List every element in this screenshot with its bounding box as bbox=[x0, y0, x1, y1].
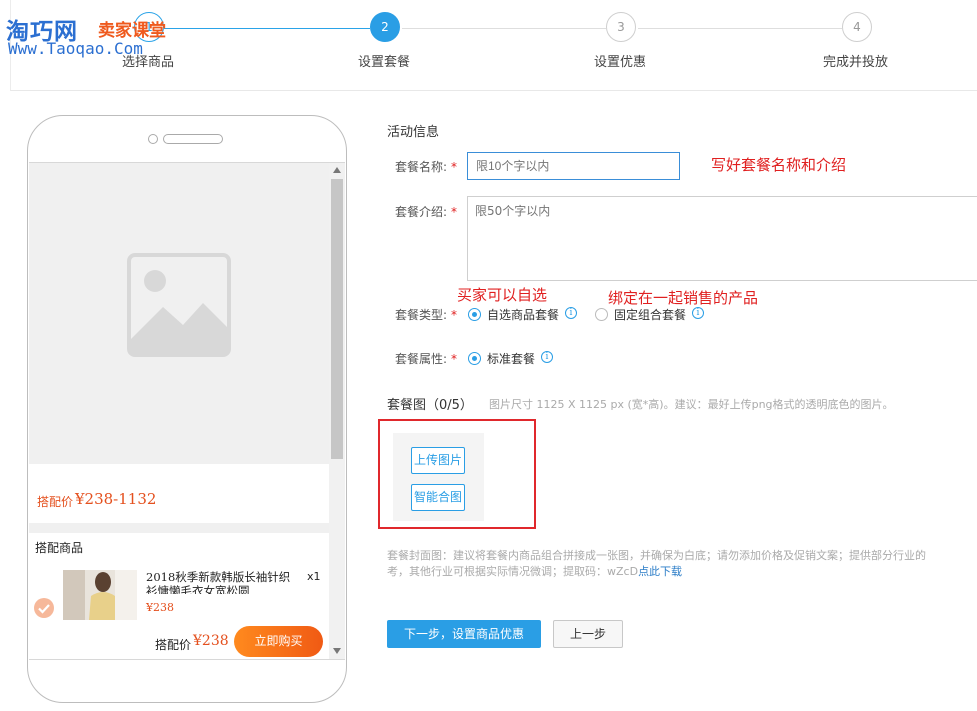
info-icon[interactable]: i bbox=[692, 307, 704, 319]
logo-url: Www.Taoqao.Com bbox=[8, 39, 143, 58]
bottom-price-label: 搭配价 bbox=[155, 638, 192, 652]
image-placeholder-icon bbox=[127, 253, 231, 357]
step-4-label: 完成并投放 bbox=[823, 55, 889, 70]
annotation-optional: 买家可以自选 bbox=[457, 286, 548, 304]
step-2-circle[interactable]: 2 bbox=[370, 12, 400, 42]
annotation-name-intro: 写好套餐名称和介绍 bbox=[711, 156, 847, 174]
bottom-price-value: ¥238 bbox=[193, 633, 229, 649]
annotation-bundle: 绑定在一起销售的产品 bbox=[608, 289, 759, 307]
section-title: 活动信息 bbox=[387, 125, 440, 140]
attr-option-standard[interactable]: 标准套餐 bbox=[487, 350, 535, 367]
type-radio-fixed[interactable] bbox=[595, 308, 608, 321]
preview-price-value: ¥238-1132 bbox=[75, 490, 157, 508]
package-name-input[interactable] bbox=[467, 152, 680, 180]
attr-label: 套餐属性: * bbox=[395, 352, 458, 366]
type-radio-optional[interactable] bbox=[468, 308, 481, 321]
name-label: 套餐名称: * bbox=[395, 160, 458, 174]
phone-screen[interactable]: 搭配价 ¥238-1132 搭配商品 2018秋季新款韩版长袖针织衫慵懒毛衣女宽… bbox=[29, 162, 345, 660]
attr-radio-standard[interactable] bbox=[468, 352, 481, 365]
intro-label: 套餐介绍: * bbox=[395, 205, 458, 219]
logo-subtitle: 卖家课堂 bbox=[98, 21, 166, 41]
image-section-title: 套餐图（0/5） bbox=[387, 398, 473, 413]
preview-section-title: 搭配商品 bbox=[35, 541, 84, 555]
type-option-optional[interactable]: 自选商品套餐 bbox=[487, 306, 559, 323]
step-connector-1 bbox=[164, 28, 370, 29]
product-title[interactable]: 2018秋季新款韩版长袖针织衫慵懒毛衣女宽松圆 bbox=[146, 570, 296, 594]
step-connector-3 bbox=[638, 28, 842, 29]
preview-image-area bbox=[29, 163, 329, 463]
step-4-circle[interactable]: 4 bbox=[842, 12, 872, 42]
scroll-up-icon[interactable] bbox=[333, 167, 341, 173]
type-option-fixed[interactable]: 固定组合套餐 bbox=[614, 306, 686, 323]
info-icon[interactable]: i bbox=[565, 307, 577, 319]
highlight-box bbox=[378, 419, 536, 529]
preview-price-bar: 搭配价 ¥238-1132 bbox=[29, 464, 329, 523]
phone-camera bbox=[148, 134, 158, 144]
scroll-down-icon[interactable] bbox=[333, 648, 341, 654]
product-price: ¥238 bbox=[146, 601, 174, 614]
cover-hint-line2: 考，其他行业可根据实际情况微调；提取码：wZcD点此下载 bbox=[387, 565, 683, 578]
product-thumbnail[interactable] bbox=[63, 570, 137, 620]
type-label: 套餐类型: * bbox=[395, 308, 458, 322]
download-link[interactable]: 点此下载 bbox=[638, 565, 682, 578]
image-size-hint: 图片尺寸 1125 X 1125 px (宽*高)。建议：最好上传png格式的透… bbox=[489, 398, 894, 411]
buy-now-button[interactable]: 立即购买 bbox=[234, 626, 323, 657]
preview-package-panel: 搭配商品 2018秋季新款韩版长袖针织衫慵懒毛衣女宽松圆 x1 ¥238 搭配价… bbox=[29, 533, 329, 659]
next-button[interactable]: 下一步，设置商品优惠 bbox=[387, 620, 541, 648]
preview-scroll-thumb[interactable] bbox=[331, 179, 343, 459]
product-qty: x1 bbox=[307, 570, 321, 583]
prev-button[interactable]: 上一步 bbox=[553, 620, 623, 648]
info-icon[interactable]: i bbox=[541, 351, 553, 363]
preview-price-label: 搭配价 bbox=[37, 495, 74, 509]
step-connector-2 bbox=[402, 28, 606, 29]
package-intro-textarea[interactable] bbox=[467, 196, 977, 281]
phone-speaker bbox=[163, 134, 223, 144]
step-3-circle[interactable]: 3 bbox=[606, 12, 636, 42]
step-3-label: 设置优惠 bbox=[594, 55, 647, 70]
step-2-label: 设置套餐 bbox=[358, 55, 411, 70]
selected-check-icon[interactable] bbox=[34, 598, 54, 618]
cover-hint-line1: 套餐封面图：建议将套餐内商品组合拼接成一张图，并确保为白底；请勿添加价格及促销文… bbox=[387, 549, 926, 562]
